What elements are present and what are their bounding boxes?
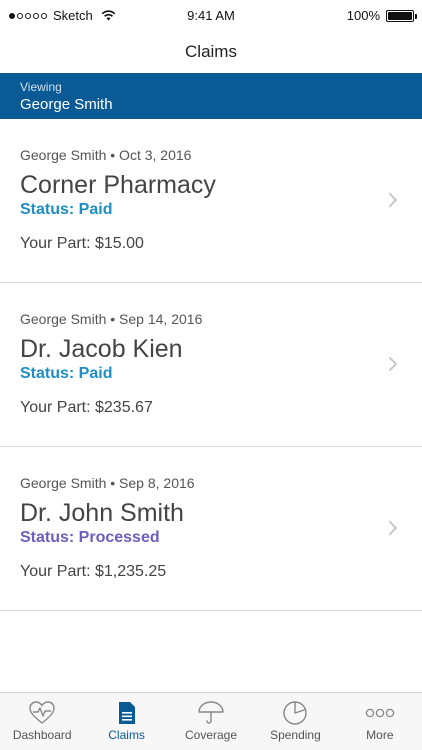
more-dots-icon [365,699,395,727]
claim-provider: Corner Pharmacy [20,171,216,199]
claim-provider: Dr. Jacob Kien [20,335,183,363]
tab-label: Coverage [185,728,238,742]
tab-more[interactable]: More [338,693,422,750]
viewing-member-banner[interactable]: Viewing George Smith [0,73,422,119]
battery-percent: 100% [346,8,380,23]
tab-dashboard[interactable]: Dashboard [0,693,84,750]
claim-status: Status: Paid [20,365,113,382]
pie-chart-icon [280,699,310,727]
tab-label: Dashboard [12,728,72,742]
navigation-bar: Claims [0,30,422,73]
claim-row[interactable]: George Smith • Sep 8, 2016 Dr. John Smit… [0,447,422,611]
chevron-right-icon [389,193,397,207]
claim-your-part: Your Part: $1,235.25 [20,563,167,580]
claim-your-part: Your Part: $235.67 [20,399,153,416]
viewing-member-name: George Smith [20,96,113,113]
claim-provider: Dr. John Smith [20,499,184,527]
tab-label: More [366,728,394,742]
tab-label: Spending [270,728,321,742]
status-bar: Sketch 9:41 AM 100% [0,0,422,30]
page-title: Claims [185,42,237,61]
document-icon [112,699,142,727]
battery-info: 100% [346,8,417,23]
tab-claims[interactable]: Claims [84,693,168,750]
claim-your-part: Your Part: $15.00 [20,235,144,252]
viewing-label: Viewing [20,80,62,94]
tab-bar: Dashboard Claims Coverage Spending More [0,692,422,750]
battery-icon [386,9,417,22]
claim-status: Status: Paid [20,201,113,218]
chevron-right-icon [389,357,397,371]
heart-pulse-icon [27,699,57,727]
umbrella-icon [196,699,226,727]
tab-label: Claims [108,728,145,742]
claim-row[interactable]: George Smith • Sep 14, 2016 Dr. Jacob Ki… [0,283,422,447]
tab-coverage[interactable]: Coverage [169,693,253,750]
tab-spending[interactable]: Spending [253,693,337,750]
claim-status: Status: Processed [20,529,160,546]
claim-meta: George Smith • Sep 14, 2016 [20,311,203,327]
claim-meta: George Smith • Oct 3, 2016 [20,147,192,163]
chevron-right-icon [389,521,397,535]
claims-list: George Smith • Oct 3, 2016 Corner Pharma… [0,119,422,611]
claim-meta: George Smith • Sep 8, 2016 [20,475,195,491]
claim-row[interactable]: George Smith • Oct 3, 2016 Corner Pharma… [0,119,422,283]
